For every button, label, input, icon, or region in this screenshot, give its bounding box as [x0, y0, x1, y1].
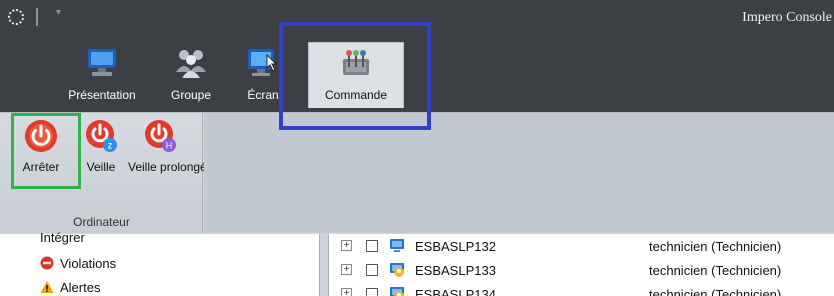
nav-item-label: Intégrer	[40, 229, 85, 245]
title-separator	[36, 8, 38, 26]
window-title: Impero Console	[742, 10, 832, 25]
monitor-icon	[88, 49, 116, 76]
screen-cursor-icon	[248, 49, 278, 76]
ribbon-empty-area	[204, 113, 834, 233]
quick-access-menu-icon[interactable]: ▾	[56, 7, 61, 18]
nav-item-label: Alertes	[60, 279, 101, 295]
client-name: ESBASLP132	[415, 239, 496, 254]
button-label: Veille	[86, 160, 116, 174]
hibernate-button[interactable]: H Veille prolongée	[128, 119, 214, 174]
ribbon-panel: Arrêter z Veille H Veille prolongée Ordi…	[0, 112, 834, 234]
client-user: technicien (Technicien)	[649, 263, 782, 278]
navigation-pane: Intégrer Violations Alertes	[0, 230, 320, 296]
highlight-box-shutdown	[11, 113, 81, 189]
computer-icon	[390, 239, 404, 252]
warning-icon	[40, 281, 54, 293]
tab-groupe[interactable]: Groupe	[160, 42, 222, 108]
badge-text: z	[108, 141, 113, 152]
nav-item-label: Violations	[60, 255, 117, 271]
expand-icon[interactable]: +	[341, 288, 352, 296]
client-name: ESBASLP133	[415, 263, 496, 278]
highlight-box-commande	[279, 22, 431, 130]
nav-item-violations[interactable]: Violations	[40, 254, 116, 272]
app-logo-icon[interactable]	[8, 9, 24, 25]
row-checkbox[interactable]	[366, 264, 378, 276]
button-label: Veille prolongée	[128, 160, 214, 174]
users-icon	[176, 50, 206, 78]
expand-icon[interactable]: +	[341, 264, 352, 275]
hibernate-power-icon: H	[145, 120, 176, 152]
row-checkbox[interactable]	[366, 288, 378, 296]
table-row[interactable]: + ESBASLP133 technicien (Technicien)	[329, 260, 834, 282]
tab-label: Groupe	[170, 88, 212, 102]
client-list: + ESBASLP132 technicien (Technicien) + E…	[328, 234, 834, 296]
client-name: ESBASLP134	[415, 287, 496, 296]
badge-text: H	[166, 141, 173, 151]
nav-item-integrer[interactable]: Intégrer	[40, 228, 85, 246]
no-entry-icon	[40, 256, 54, 270]
ribbon-group-label: Ordinateur	[73, 215, 130, 229]
nav-item-alertes[interactable]: Alertes	[40, 278, 100, 296]
pane-splitter[interactable]	[320, 234, 328, 296]
client-user: technicien (Technicien)	[649, 239, 782, 254]
table-row[interactable]: + ESBASLP134 technicien (Technicien)	[329, 284, 834, 296]
computer-user-icon	[390, 263, 404, 277]
sleep-power-icon: z	[86, 120, 117, 152]
table-row[interactable]: + ESBASLP132 technicien (Technicien)	[329, 236, 834, 258]
sleep-button[interactable]: z Veille	[78, 119, 124, 174]
tab-presentation[interactable]: Présentation	[56, 42, 148, 108]
row-checkbox[interactable]	[366, 240, 378, 252]
tab-label: Présentation	[68, 88, 136, 102]
computer-user-icon	[390, 287, 404, 296]
expand-icon[interactable]: +	[341, 240, 352, 251]
client-user: technicien (Technicien)	[649, 287, 782, 296]
